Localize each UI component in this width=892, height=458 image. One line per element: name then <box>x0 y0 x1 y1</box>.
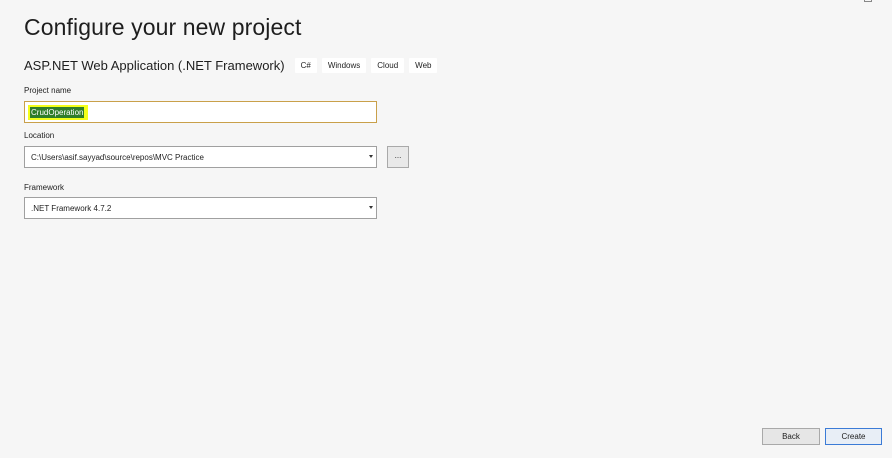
project-name-label: Project name <box>24 86 72 95</box>
chevron-down-icon[interactable] <box>369 155 373 158</box>
tag-cloud: Cloud <box>371 58 405 73</box>
location-combobox[interactable]: C:\Users\asif.sayyad\source\repos\MVC Pr… <box>24 146 377 168</box>
back-button[interactable]: Back <box>762 428 820 445</box>
browse-location-button[interactable]: ... <box>387 146 409 168</box>
tag-language: C# <box>294 58 317 73</box>
framework-combobox[interactable]: .NET Framework 4.7.2 <box>24 197 377 219</box>
project-name-value: CrudOperation <box>27 104 87 120</box>
location-label: Location <box>24 131 55 140</box>
tag-web: Web <box>409 58 438 73</box>
configure-project-dialog: Configure your new project ASP.NET Web A… <box>0 0 892 458</box>
page-title: Configure your new project <box>24 14 302 40</box>
create-button[interactable]: Create <box>825 428 882 445</box>
location-value: C:\Users\asif.sayyad\source\repos\MVC Pr… <box>31 152 204 162</box>
template-summary: ASP.NET Web Application (.NET Framework)… <box>24 58 442 73</box>
framework-value: .NET Framework 4.7.2 <box>31 203 112 213</box>
tag-platform: Windows <box>321 58 367 73</box>
window-corner-icon <box>864 0 872 2</box>
selection-highlight: CrudOperation <box>27 104 89 120</box>
project-name-input[interactable]: CrudOperation <box>24 101 377 123</box>
framework-label: Framework <box>24 183 65 192</box>
template-name: ASP.NET Web Application (.NET Framework) <box>24 58 285 73</box>
chevron-down-icon[interactable] <box>369 206 373 209</box>
